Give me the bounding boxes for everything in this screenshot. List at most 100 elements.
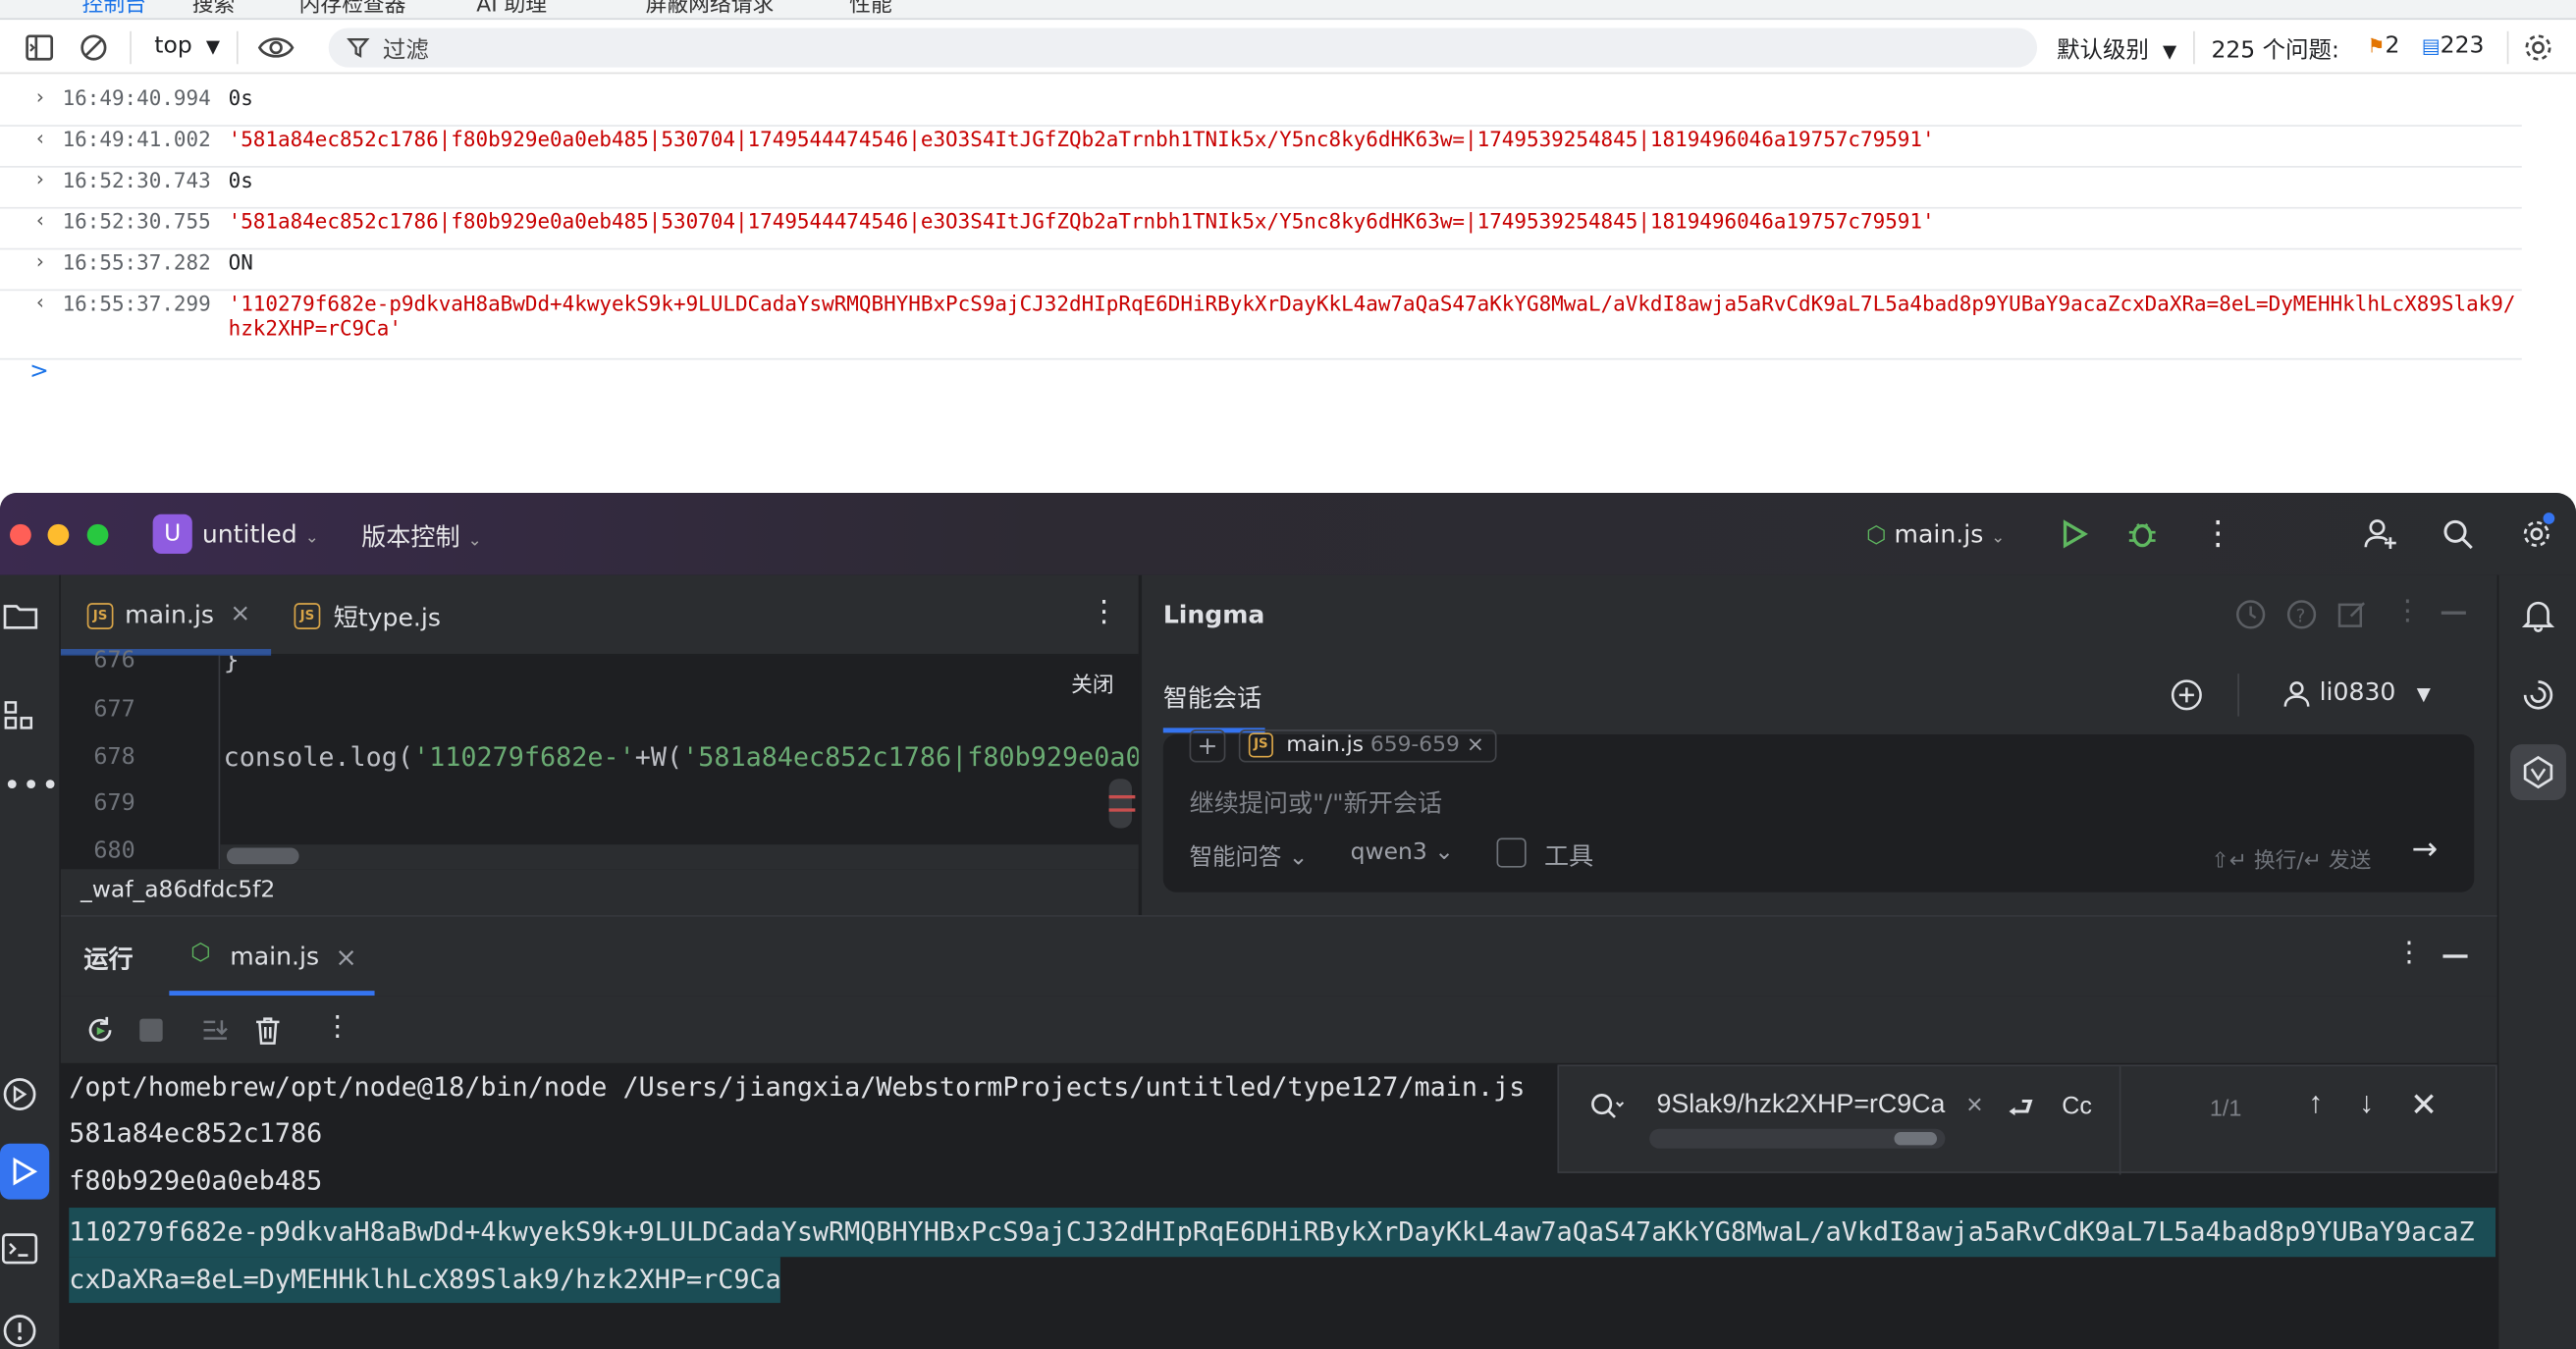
editor-breadcrumb: _waf_a86dfdc5f2 — [60, 869, 1139, 916]
issues-info-badge[interactable]: ▤223 — [2422, 32, 2485, 59]
close-hint[interactable]: 关闭 — [1071, 667, 1114, 698]
editor-tab-type-js[interactable]: JS 短type.js — [271, 575, 485, 656]
log-value: 0s — [228, 85, 253, 111]
project-selector[interactable]: untitled ⌄ — [202, 519, 319, 549]
services-icon[interactable] — [2, 1076, 38, 1112]
live-expression-eye-icon[interactable] — [256, 32, 295, 62]
lingma-tool-button[interactable] — [2510, 744, 2566, 800]
structure-icon[interactable] — [3, 700, 35, 732]
tab-smart-chat[interactable]: 智能会话 — [1163, 680, 1261, 715]
lingma-panel: Lingma ? ⋮ 智能会话 li0830 ▼ + JS main.js 65… — [1140, 574, 2497, 916]
newline-icon[interactable]: ⮐ — [2008, 1088, 2034, 1137]
run-tool-button[interactable] — [0, 1143, 50, 1200]
log-levels-dropdown[interactable]: 默认级别 ▼ — [2057, 32, 2176, 65]
lingma-more-icon[interactable]: ⋮ — [2393, 595, 2421, 627]
close-tab-icon[interactable]: × — [335, 942, 356, 973]
search-icon[interactable] — [1588, 1091, 1625, 1123]
run-console-output[interactable]: /opt/homebrew/opt/node@18/bin/node /User… — [61, 1064, 2497, 1349]
vcs-menu[interactable]: 版本控制 ⌄ — [361, 519, 481, 554]
notifications-bell-icon[interactable] — [2520, 596, 2556, 632]
tab-search[interactable]: 搜索 — [192, 0, 236, 18]
stop-icon[interactable] — [139, 1018, 163, 1043]
vertical-scrollbar[interactable] — [1108, 779, 1133, 829]
ai-assistant-swirl-icon[interactable] — [2520, 676, 2556, 713]
maximize-window-button[interactable] — [86, 523, 109, 546]
problems-icon[interactable] — [2, 1313, 38, 1349]
run-icon[interactable] — [2061, 519, 2090, 549]
sidebar-toggle-icon[interactable] — [25, 32, 54, 62]
console-log-row[interactable]: › 16:49:40.994 0s — [0, 85, 2522, 127]
tab-request-blocking[interactable]: 屏蔽网络请求 — [646, 0, 775, 18]
add-user-icon[interactable] — [2362, 515, 2398, 552]
send-arrow-icon[interactable]: → — [2412, 832, 2439, 868]
rerun-icon[interactable] — [83, 1014, 116, 1047]
settings-gear-icon[interactable] — [2522, 31, 2554, 64]
trash-icon[interactable] — [251, 1014, 284, 1047]
user-menu[interactable]: li0830 ▼ — [2281, 676, 2431, 707]
run-config-selector[interactable]: ⬡ main.js ⌄ — [1866, 519, 2005, 549]
minimize-panel-icon[interactable] — [2442, 954, 2468, 958]
context-selector-value: top — [154, 32, 192, 60]
next-match-arrow-down-icon[interactable]: ↓ — [2359, 1086, 2374, 1120]
horizontal-scrollbar-thumb[interactable] — [226, 847, 299, 865]
console-log-row[interactable]: › 16:52:30.743 0s — [0, 168, 2522, 209]
console-log-row[interactable]: ‹ 16:49:41.002 '581a84ec852c1786|f80b929e0… — [0, 127, 2522, 168]
find-input-scrollbar — [1649, 1128, 1946, 1149]
run-tab-main-js[interactable]: ⬡ main.js × — [169, 917, 375, 997]
console-prompt[interactable]: > — [29, 358, 49, 385]
model-dropdown[interactable]: qwen3 ⌄ — [1351, 839, 1454, 866]
context-selector[interactable]: top ▼ — [154, 32, 220, 59]
mode-dropdown[interactable]: 智能问答 ⌄ — [1190, 839, 1309, 872]
tab-performance[interactable]: 性能 — [849, 0, 892, 18]
tab-memory-inspector[interactable]: 内存检查器 — [299, 0, 406, 18]
clear-search-icon[interactable]: × — [1966, 1090, 1983, 1122]
issues-label: 225 个问题: — [2211, 37, 2339, 65]
add-context-button[interactable]: + — [1189, 729, 1226, 763]
lingma-logo-icon — [2523, 755, 2553, 789]
log-timestamp: 16:55:37.299 — [62, 291, 211, 316]
chat-input-box[interactable]: + JS main.js 659-659 × 继续提问或"/"新开会话 智能问答… — [1162, 729, 2475, 892]
console-log-row[interactable]: ‹ 16:55:37.299 '110279f682e-p9dkvaH8aBwDd+… — [0, 291, 2522, 360]
more-actions-icon[interactable]: ⋮ — [2201, 513, 2233, 552]
tools-checkbox[interactable] — [1496, 837, 1527, 868]
minimize-window-button[interactable] — [47, 523, 70, 546]
close-window-button[interactable] — [10, 523, 31, 546]
match-case-toggle[interactable]: Cc — [2062, 1093, 2092, 1120]
run-more-icon[interactable]: ⋮ — [2395, 937, 2423, 969]
close-tab-icon[interactable]: × — [230, 598, 250, 627]
find-input-scroll-thumb[interactable] — [1894, 1132, 1938, 1146]
editor-tab-main-js[interactable]: JS main.js × — [60, 575, 272, 656]
edit-icon[interactable] — [2336, 598, 2369, 630]
console-log-row[interactable]: › 16:55:37.282 ON — [0, 249, 2522, 292]
context-file-chip[interactable]: JS main.js 659-659 × — [1238, 729, 1496, 763]
more-tools-icon[interactable]: ••• — [3, 769, 60, 803]
editor-tabs: JS main.js × JS 短type.js ⋮ — [60, 574, 1139, 656]
editor-more-icon[interactable]: ⋮ — [1090, 595, 1119, 629]
clear-console-icon[interactable] — [79, 32, 108, 62]
remove-context-icon[interactable]: × — [1467, 732, 1484, 757]
filter-input[interactable]: 过滤 — [328, 27, 2038, 68]
terminal-icon[interactable] — [2, 1232, 38, 1265]
log-value: ON — [228, 249, 253, 275]
issues-warning-badge[interactable]: ⚑2 — [2367, 32, 2399, 59]
tab-console[interactable]: 控制台 — [82, 0, 146, 18]
console-log-row[interactable]: ‹ 16:52:30.755 '581a84ec852c1786|f80b929e0… — [0, 209, 2522, 250]
output-return-icon: ‹ — [35, 291, 44, 314]
new-chat-plus-icon[interactable] — [2171, 678, 2203, 711]
debug-bug-icon[interactable] — [2125, 517, 2158, 550]
find-input[interactable]: 9Slak9/hzk2XHP=rC9Ca — [1646, 1091, 1945, 1120]
scroll-to-end-icon[interactable] — [198, 1014, 231, 1047]
chat-input-placeholder: 继续提问或"/"新开会话 — [1189, 788, 1443, 819]
close-find-icon[interactable]: ✕ — [2410, 1085, 2438, 1126]
tab-ai-assistant[interactable]: AI 助理 — [476, 0, 547, 18]
search-icon[interactable] — [2442, 517, 2474, 550]
previous-match-arrow-up-icon[interactable]: ↑ — [2308, 1086, 2323, 1120]
history-icon[interactable] — [2234, 598, 2267, 630]
code-area[interactable]: } console.log('110279f682e-'+W('581a84ec… — [218, 655, 1139, 870]
send-hint: ⇧↵ 换行/↵ 发送 — [2211, 849, 2372, 875]
project-folder-icon[interactable] — [3, 602, 39, 631]
settings-gear-icon[interactable] — [2520, 513, 2555, 550]
run-options-icon[interactable]: ⋮ — [324, 1010, 351, 1043]
help-icon[interactable]: ? — [2285, 598, 2318, 630]
minimize-panel-icon[interactable] — [2441, 611, 2466, 615]
